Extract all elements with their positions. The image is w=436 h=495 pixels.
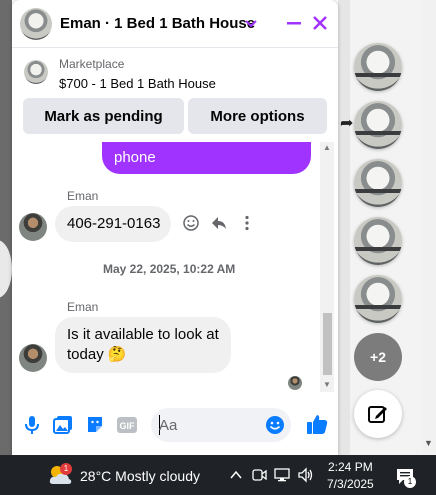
like-icon[interactable] bbox=[306, 413, 328, 435]
more-chat-heads-count: +2 bbox=[370, 349, 386, 365]
close-icon[interactable] bbox=[310, 13, 330, 33]
chat-head[interactable] bbox=[354, 159, 402, 207]
more-actions-icon[interactable] bbox=[237, 213, 257, 233]
chat-head[interactable] bbox=[354, 101, 402, 149]
photo-icon[interactable] bbox=[52, 414, 74, 436]
background-strip bbox=[338, 0, 350, 455]
message-composer: GIF bbox=[12, 400, 338, 450]
tray-chevron-up-icon[interactable] bbox=[227, 466, 245, 484]
svg-text:GIF: GIF bbox=[120, 421, 136, 431]
clock-date[interactable]: 7/3/2025 bbox=[327, 477, 374, 491]
volume-icon[interactable] bbox=[297, 466, 315, 484]
incoming-message[interactable]: Is it available to look at today 🤔 bbox=[55, 317, 231, 373]
meet-now-icon[interactable] bbox=[250, 466, 268, 484]
more-chat-heads-button[interactable]: +2 bbox=[354, 333, 402, 381]
seen-avatar bbox=[288, 376, 302, 390]
sender-avatar[interactable] bbox=[19, 213, 47, 241]
background-page bbox=[0, 0, 12, 455]
chat-header[interactable]: Eman · 1 Bed 1 Bath House bbox=[12, 0, 338, 48]
listing-avatar[interactable] bbox=[20, 8, 52, 40]
page-scrollbar[interactable] bbox=[423, 0, 436, 455]
sticker-icon[interactable] bbox=[84, 414, 106, 436]
microphone-icon[interactable] bbox=[21, 414, 43, 436]
scroll-down-arrow-icon[interactable]: ▼ bbox=[323, 380, 331, 389]
chat-title[interactable]: Eman · 1 Bed 1 Bath House bbox=[60, 15, 255, 32]
chat-window: Eman · 1 Bed 1 Bath House Marketplace $7… bbox=[12, 0, 338, 455]
gif-icon[interactable]: GIF bbox=[116, 414, 138, 436]
sender-avatar[interactable] bbox=[19, 344, 47, 372]
weather-text[interactable]: 28°C Mostly cloudy bbox=[80, 468, 200, 484]
scroll-up-arrow-icon[interactable]: ▲ bbox=[323, 143, 331, 152]
notification-count-badge: 1 bbox=[404, 476, 416, 488]
chat-head[interactable] bbox=[354, 275, 402, 323]
reply-icon[interactable] bbox=[209, 213, 229, 233]
listing-title[interactable]: $700 - 1 Bed 1 Bath House bbox=[59, 76, 216, 91]
clock-time[interactable]: 2:24 PM bbox=[328, 460, 373, 474]
taskbar: 1 28°C Mostly cloudy 2:24 PM 7/3/2025 1 bbox=[0, 455, 436, 495]
message-sender: Eman bbox=[67, 300, 99, 314]
message-sender: Eman bbox=[67, 189, 99, 203]
chat-head[interactable] bbox=[354, 43, 402, 91]
outgoing-message[interactable]: phone bbox=[102, 142, 311, 174]
react-icon[interactable] bbox=[181, 213, 201, 233]
network-icon[interactable] bbox=[273, 466, 291, 484]
listing-thumbnail[interactable] bbox=[24, 60, 48, 84]
scroll-down-arrow-icon[interactable]: ▼ bbox=[424, 438, 433, 448]
message-timestamp: May 22, 2025, 10:22 AM bbox=[103, 262, 236, 276]
mark-as-pending-button[interactable]: Mark as pending bbox=[23, 98, 184, 134]
message-input[interactable] bbox=[159, 416, 259, 434]
compose-icon bbox=[368, 406, 387, 423]
new-message-button[interactable] bbox=[354, 390, 402, 438]
chat-head[interactable] bbox=[354, 217, 402, 265]
share-arrow-icon: ➦ bbox=[340, 115, 354, 132]
emoji-icon[interactable] bbox=[264, 414, 286, 436]
chat-scrollbar-thumb[interactable] bbox=[323, 313, 332, 375]
minimize-icon[interactable] bbox=[284, 13, 304, 33]
more-options-button[interactable]: More options bbox=[188, 98, 327, 134]
marketplace-label: Marketplace bbox=[59, 57, 125, 71]
incoming-message[interactable]: 406-291-0163 bbox=[55, 206, 171, 242]
weather-alert-badge: 1 bbox=[60, 463, 72, 475]
chevron-down-icon[interactable] bbox=[243, 15, 259, 31]
